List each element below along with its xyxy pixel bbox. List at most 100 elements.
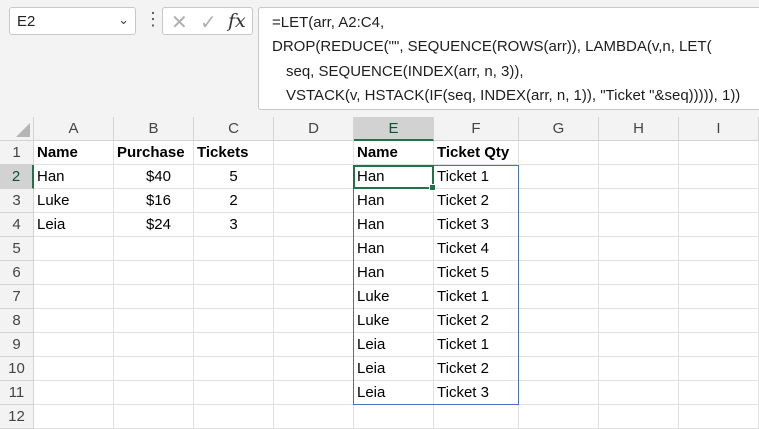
cell-i12[interactable] [679,405,759,429]
cell-c12[interactable] [194,405,274,429]
row-header-10[interactable]: 10 [0,357,34,381]
cell-d4[interactable] [274,213,354,237]
cell-a3[interactable]: Luke [34,189,114,213]
cell-b4[interactable]: $24 [114,213,194,237]
cell-e11[interactable]: Leia [354,381,434,405]
cell-e1[interactable]: Name [354,141,434,165]
chevron-down-icon[interactable]: ⌄ [118,12,129,28]
row-header-8[interactable]: 8 [0,309,34,333]
cell-c10[interactable] [194,357,274,381]
cell-i2[interactable] [679,165,759,189]
cell-f1[interactable]: Ticket Qty [434,141,519,165]
cell-b6[interactable] [114,261,194,285]
fx-icon[interactable]: fx [228,10,246,32]
cell-i11[interactable] [679,381,759,405]
cell-g5[interactable] [519,237,599,261]
row-header-7[interactable]: 7 [0,285,34,309]
column-header-d[interactable]: D [274,117,354,141]
check-icon[interactable]: ✓ [200,10,217,35]
row-header-3[interactable]: 3 [0,189,34,213]
cell-g1[interactable] [519,141,599,165]
cell-g9[interactable] [519,333,599,357]
name-box[interactable]: E2 ⌄ [9,7,136,35]
cell-d6[interactable] [274,261,354,285]
cell-f12[interactable] [434,405,519,429]
cell-e4[interactable]: Han [354,213,434,237]
cell-h2[interactable] [599,165,679,189]
cell-f3[interactable]: Ticket 2 [434,189,519,213]
cell-d7[interactable] [274,285,354,309]
cell-c8[interactable] [194,309,274,333]
cell-b12[interactable] [114,405,194,429]
column-header-f[interactable]: F [434,117,519,141]
cell-e8[interactable]: Luke [354,309,434,333]
cell-b9[interactable] [114,333,194,357]
cell-g11[interactable] [519,381,599,405]
cell-f10[interactable]: Ticket 2 [434,357,519,381]
cell-c5[interactable] [194,237,274,261]
cell-e9[interactable]: Leia [354,333,434,357]
cell-c7[interactable] [194,285,274,309]
cell-d9[interactable] [274,333,354,357]
cell-a6[interactable] [34,261,114,285]
cell-b2[interactable]: $40 [114,165,194,189]
cell-c2[interactable]: 5 [194,165,274,189]
cell-a2[interactable]: Han [34,165,114,189]
cell-i5[interactable] [679,237,759,261]
column-header-g[interactable]: G [519,117,599,141]
cell-b3[interactable]: $16 [114,189,194,213]
cell-c11[interactable] [194,381,274,405]
column-header-b[interactable]: B [114,117,194,141]
cell-g4[interactable] [519,213,599,237]
formula-input[interactable]: =LET(arr, A2:C4, DROP(REDUCE("", SEQUENC… [258,7,759,110]
cell-h5[interactable] [599,237,679,261]
cell-g2[interactable] [519,165,599,189]
cell-c3[interactable]: 2 [194,189,274,213]
cell-h4[interactable] [599,213,679,237]
more-options-icon[interactable]: ⋮ [144,10,162,28]
cell-h3[interactable] [599,189,679,213]
cell-h6[interactable] [599,261,679,285]
cell-b7[interactable] [114,285,194,309]
cell-f11[interactable]: Ticket 3 [434,381,519,405]
cell-g8[interactable] [519,309,599,333]
column-header-a[interactable]: A [34,117,114,141]
cell-h1[interactable] [599,141,679,165]
select-all-button[interactable] [0,117,34,141]
cell-d11[interactable] [274,381,354,405]
cell-h7[interactable] [599,285,679,309]
row-header-11[interactable]: 11 [0,381,34,405]
row-header-9[interactable]: 9 [0,333,34,357]
cell-f4[interactable]: Ticket 3 [434,213,519,237]
cell-c6[interactable] [194,261,274,285]
cell-g3[interactable] [519,189,599,213]
cell-b10[interactable] [114,357,194,381]
column-header-c[interactable]: C [194,117,274,141]
cell-h8[interactable] [599,309,679,333]
cell-e10[interactable]: Leia [354,357,434,381]
row-header-1[interactable]: 1 [0,141,34,165]
x-icon[interactable]: ✕ [171,10,188,35]
cell-i4[interactable] [679,213,759,237]
cell-a4[interactable]: Leia [34,213,114,237]
cell-h12[interactable] [599,405,679,429]
cell-b8[interactable] [114,309,194,333]
cell-a10[interactable] [34,357,114,381]
cell-i1[interactable] [679,141,759,165]
cell-i3[interactable] [679,189,759,213]
cell-f8[interactable]: Ticket 2 [434,309,519,333]
cell-h10[interactable] [599,357,679,381]
cell-e2[interactable]: Han [354,165,434,189]
cell-g6[interactable] [519,261,599,285]
cell-f6[interactable]: Ticket 5 [434,261,519,285]
cell-d1[interactable] [274,141,354,165]
cell-h11[interactable] [599,381,679,405]
cell-b5[interactable] [114,237,194,261]
cell-g10[interactable] [519,357,599,381]
cell-d3[interactable] [274,189,354,213]
row-header-2[interactable]: 2 [0,165,34,189]
column-header-i[interactable]: I [679,117,759,141]
cell-i8[interactable] [679,309,759,333]
cell-f2[interactable]: Ticket 1 [434,165,519,189]
cell-f9[interactable]: Ticket 1 [434,333,519,357]
